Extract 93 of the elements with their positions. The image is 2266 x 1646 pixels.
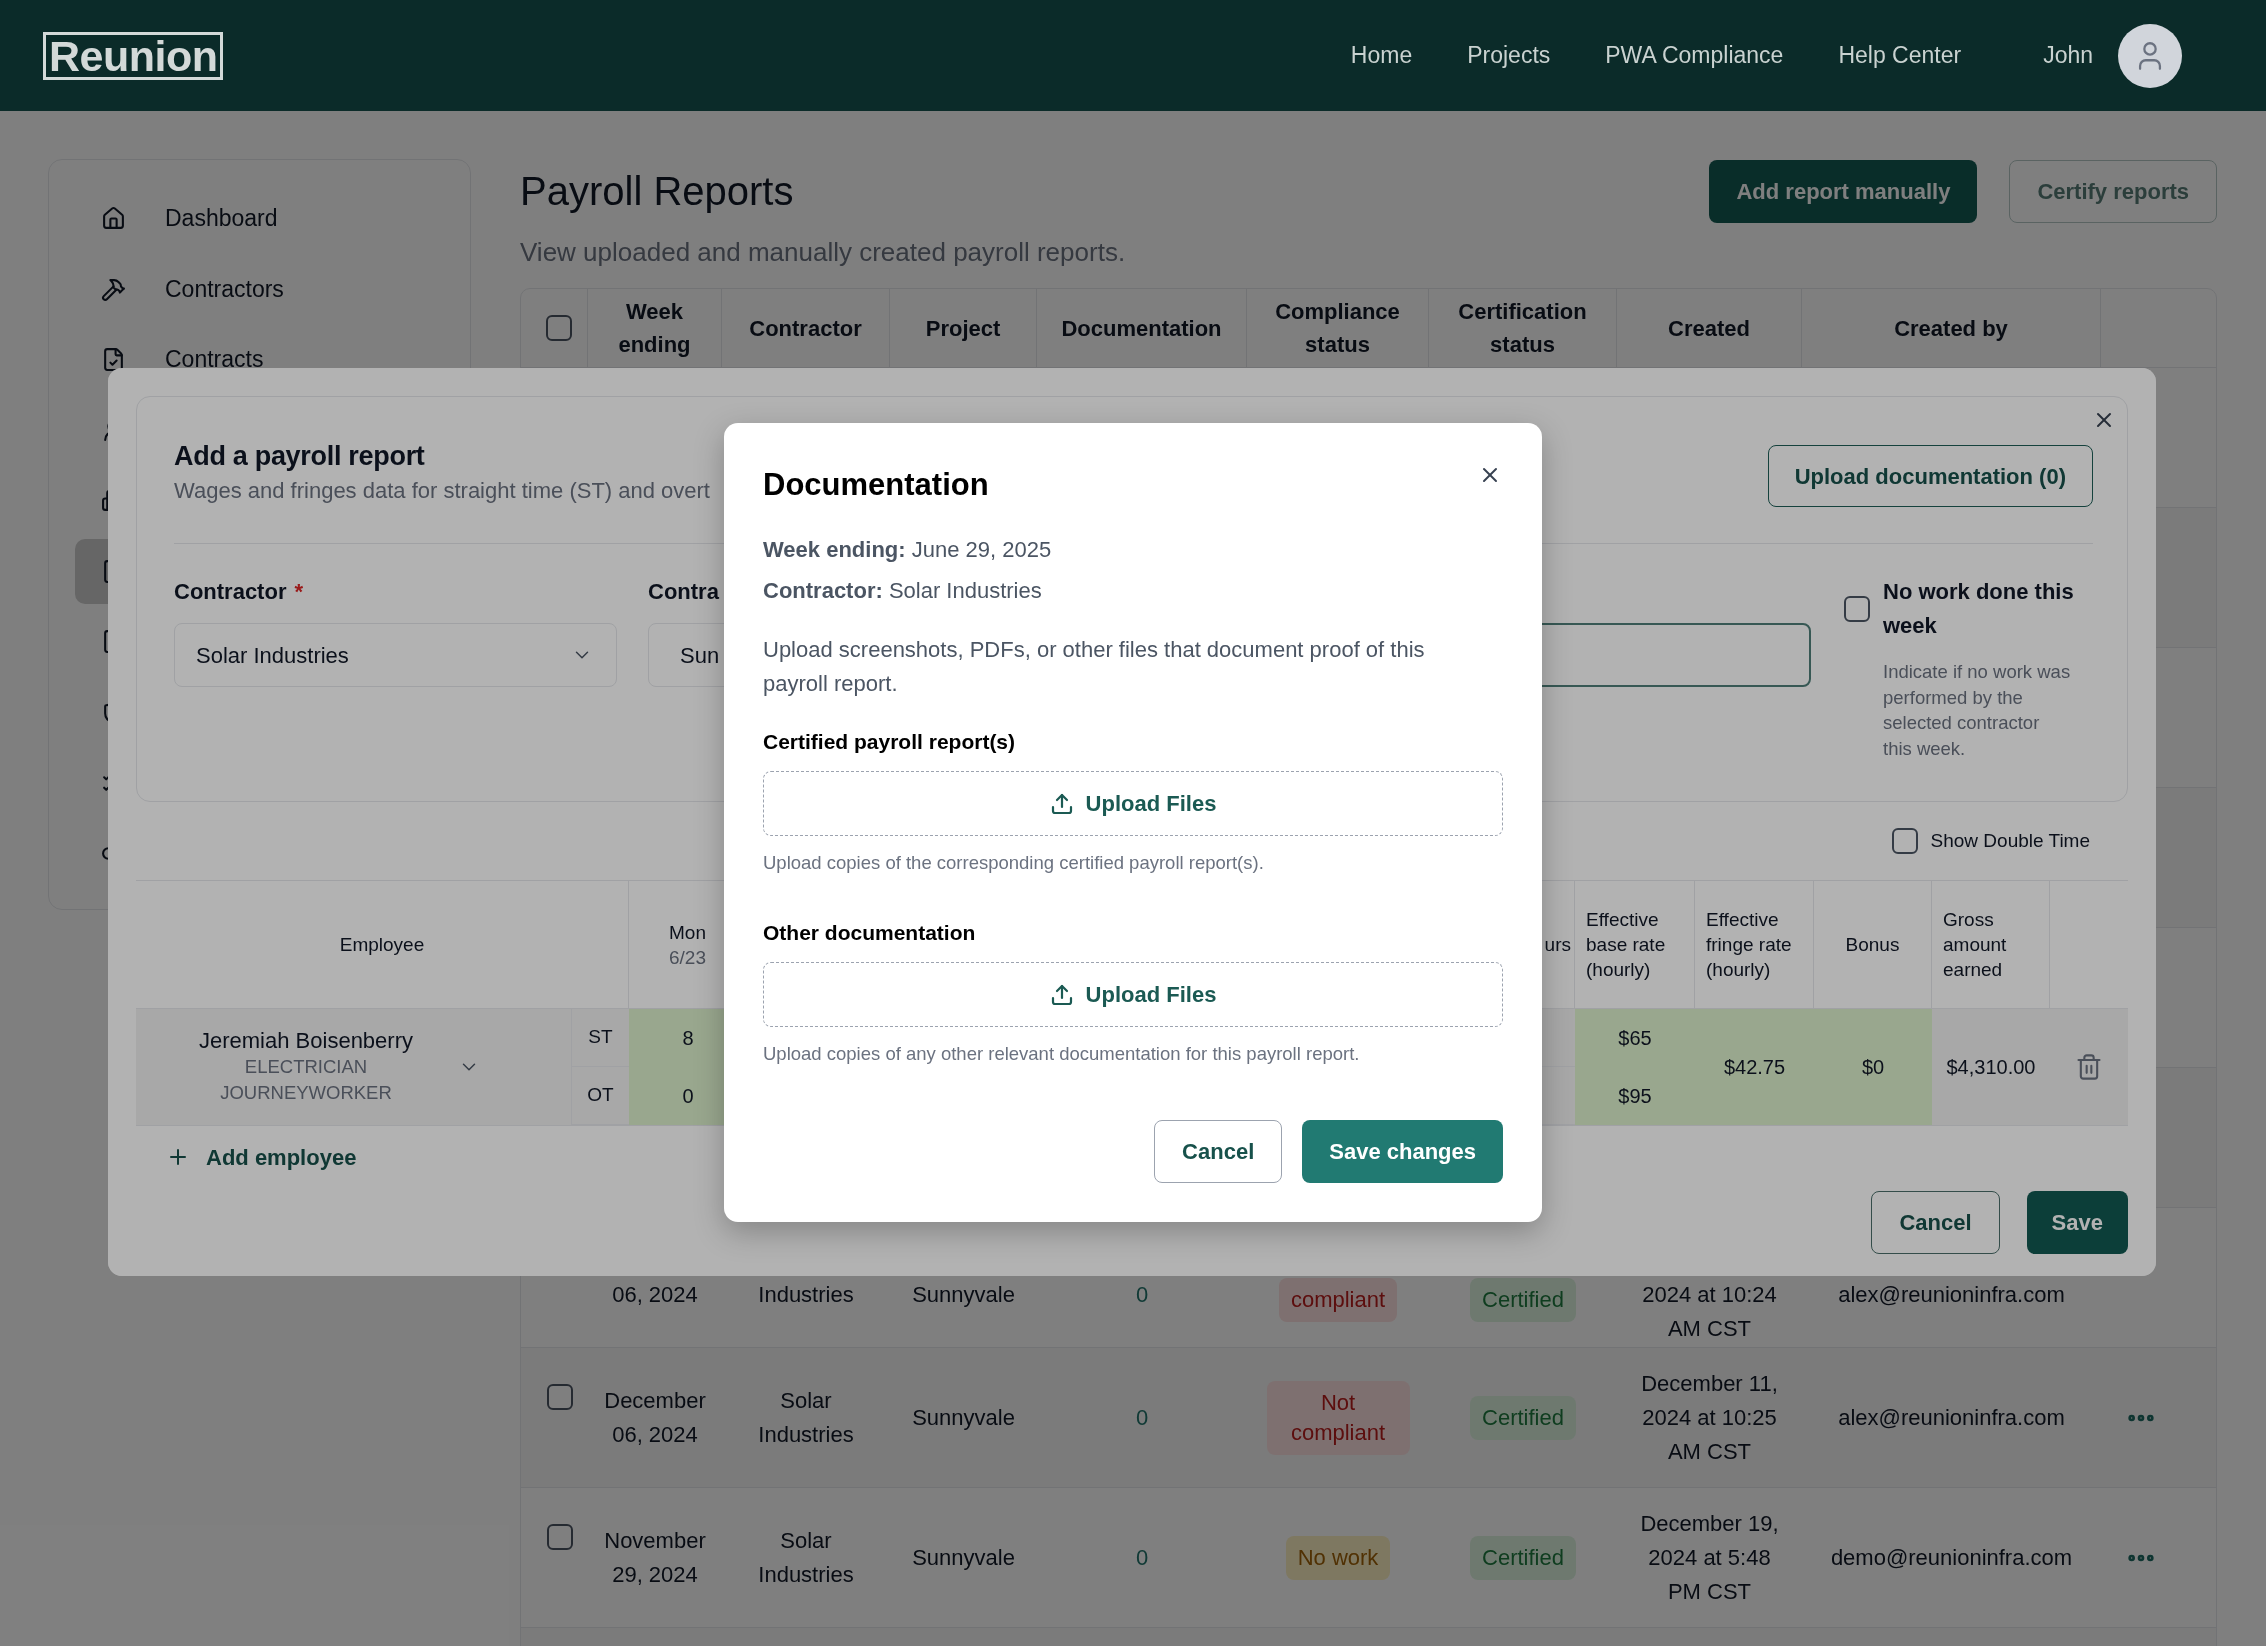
field-label: Contra <box>648 578 719 606</box>
sidebar-item[interactable]: Contractors <box>75 256 444 322</box>
dialog-description: Upload screenshots, PDFs, or other files that document proof of this payroll report. <box>763 636 1426 698</box>
checkbox[interactable] <box>546 1524 573 1550</box>
week-ending-date: November 29, 2024 <box>603 1526 707 1589</box>
employee-name: Jeremiah Boisenberry <box>199 1028 413 1054</box>
select-field[interactable]: Solar Industries <box>174 623 617 687</box>
contractor-name: Solar Industries <box>757 1526 855 1589</box>
column-header: Contractor <box>749 314 862 343</box>
section-title: Other documentation <box>763 920 976 946</box>
file-check-icon <box>101 347 126 372</box>
status-badge: Not compliant <box>1266 1380 1410 1455</box>
checkbox-label: No work done this week <box>1883 578 2075 640</box>
table-cell[interactable]: $65 <box>1575 1009 1695 1067</box>
modal-title: Add a payroll report <box>174 440 425 472</box>
logo[interactable]: Reunion <box>43 31 224 80</box>
save-changes-button[interactable]: Save changes <box>1302 1120 1503 1183</box>
nav-link[interactable]: Home <box>1350 38 1413 73</box>
field-hint: Upload copies of any other relevant documentation for this payroll report. <box>763 1042 1360 1066</box>
user-name[interactable]: John <box>2043 38 2093 73</box>
upload-icon <box>1049 791 1074 816</box>
creator-email: demo@reunioninfra.com <box>1830 1543 2073 1572</box>
employee-role: ELECTRICIAN JOURNEYWORKER <box>219 1055 393 1105</box>
creator-email: alex@reunioninfra.com <box>1838 1281 2065 1309</box>
column-header: Created by <box>1894 314 2008 343</box>
meta-line: Contractor: Solar Industries <box>763 577 1042 605</box>
project-name: Sunnyvale <box>912 1403 1015 1432</box>
column-header: Bonus <box>1845 933 1900 957</box>
column-header: Effective fringe rate (hourly) <box>1706 908 1793 982</box>
status-badge: Certified <box>1470 1535 1576 1580</box>
add-employee-button[interactable]: Add employee <box>166 1137 357 1177</box>
nav-link[interactable]: Help Center <box>1838 38 1962 73</box>
checkbox[interactable] <box>546 315 572 341</box>
table-cell: OT <box>571 1067 629 1125</box>
upload-icon <box>1049 982 1074 1007</box>
status-badge: No work <box>1285 1535 1391 1580</box>
column-header: Gross amount earned <box>1943 908 2008 982</box>
table-cell[interactable]: $95 <box>1575 1067 1695 1125</box>
trash-icon[interactable] <box>2075 1053 2103 1081</box>
column-header: Mon <box>669 920 706 945</box>
created-date: 2024 at 10:24 AM CST <box>1641 1281 1778 1343</box>
field-hint: Upload copies of the corresponding certified payroll report(s). <box>763 851 1264 875</box>
upload-documentation-button[interactable]: Upload documentation (0) <box>1767 445 2093 507</box>
status-badge: Certified <box>1470 1278 1576 1322</box>
modal-subtitle: Wages and fringes data for straight time (ST) and overt <box>174 477 710 505</box>
page-title: Payroll Reports <box>520 168 794 215</box>
field-label: Contractor * <box>174 578 303 606</box>
nav-link[interactable]: PWA Compliance <box>1605 38 1784 73</box>
page-subtitle: View uploaded and manually created payroll reports. <box>520 236 1126 268</box>
column-header: urs <box>1544 933 1571 957</box>
contractor-name: Solar Industries <box>757 1386 855 1449</box>
checkbox[interactable] <box>1891 828 1918 854</box>
sidebar-item[interactable]: Contracts <box>75 327 444 392</box>
project-name: Sunnyvale <box>912 1543 1015 1572</box>
upload-button[interactable]: Upload Files <box>763 962 1503 1027</box>
checkbox[interactable] <box>1844 596 1870 622</box>
cancel-button[interactable]: Cancel <box>1154 1120 1283 1183</box>
checkbox-label: Show Double Time <box>1930 829 2090 853</box>
column-header: Employee <box>339 933 425 957</box>
upload-button[interactable]: Upload Files <box>763 771 1503 836</box>
section-title: Certified payroll report(s) <box>763 729 1016 755</box>
column-header: Week ending <box>617 298 692 359</box>
sidebar-item[interactable]: Dashboard <box>75 186 444 251</box>
checkbox[interactable] <box>546 1384 573 1410</box>
column-header: Compliance status <box>1274 298 1401 359</box>
created-date: December 19, 2024 at 5:48 PM CST <box>1639 1509 1780 1606</box>
column-header: Certification status <box>1457 298 1588 359</box>
column-header: Project <box>925 314 1001 343</box>
save-button[interactable]: Save <box>2026 1191 2128 1254</box>
project-name: Sunnyvale <box>912 1281 1015 1309</box>
hammer-icon <box>101 276 126 302</box>
table-cell[interactable]: $0 <box>1814 1009 1932 1125</box>
field-hint: Indicate if no work was performed by the selected contractor this week. <box>1883 660 2071 761</box>
nav-link[interactable]: Projects <box>1467 38 1551 73</box>
table-cell[interactable]: $42.75 <box>1695 1009 1814 1125</box>
status-badge: Certified <box>1470 1395 1576 1440</box>
column-header: Effective base rate (hourly) <box>1586 908 1667 982</box>
created-date: December 11, 2024 at 10:25 AM CST <box>1640 1369 1779 1466</box>
column-header: Created <box>1668 314 1750 343</box>
status-badge: compliant <box>1278 1278 1398 1322</box>
dialog-title: Documentation <box>763 467 989 503</box>
table-cell: ST <box>571 1009 629 1067</box>
home-icon <box>101 206 126 231</box>
cancel-button[interactable]: Cancel <box>1871 1191 2000 1254</box>
week-ending-date: 06, 2024 <box>612 1281 698 1309</box>
column-header: Documentation <box>1061 314 1222 343</box>
meta-line: Week ending: June 29, 2025 <box>763 536 1052 564</box>
week-ending-date: December 06, 2024 <box>603 1386 707 1449</box>
column-subheader: 6/23 <box>669 945 706 970</box>
action-button[interactable]: Add report manually <box>1709 159 1978 223</box>
contractor-name: Industries <box>758 1281 854 1309</box>
table-cell: $4,310.00 <box>1932 1009 2050 1125</box>
creator-email: alex@reunioninfra.com <box>1838 1403 2065 1432</box>
